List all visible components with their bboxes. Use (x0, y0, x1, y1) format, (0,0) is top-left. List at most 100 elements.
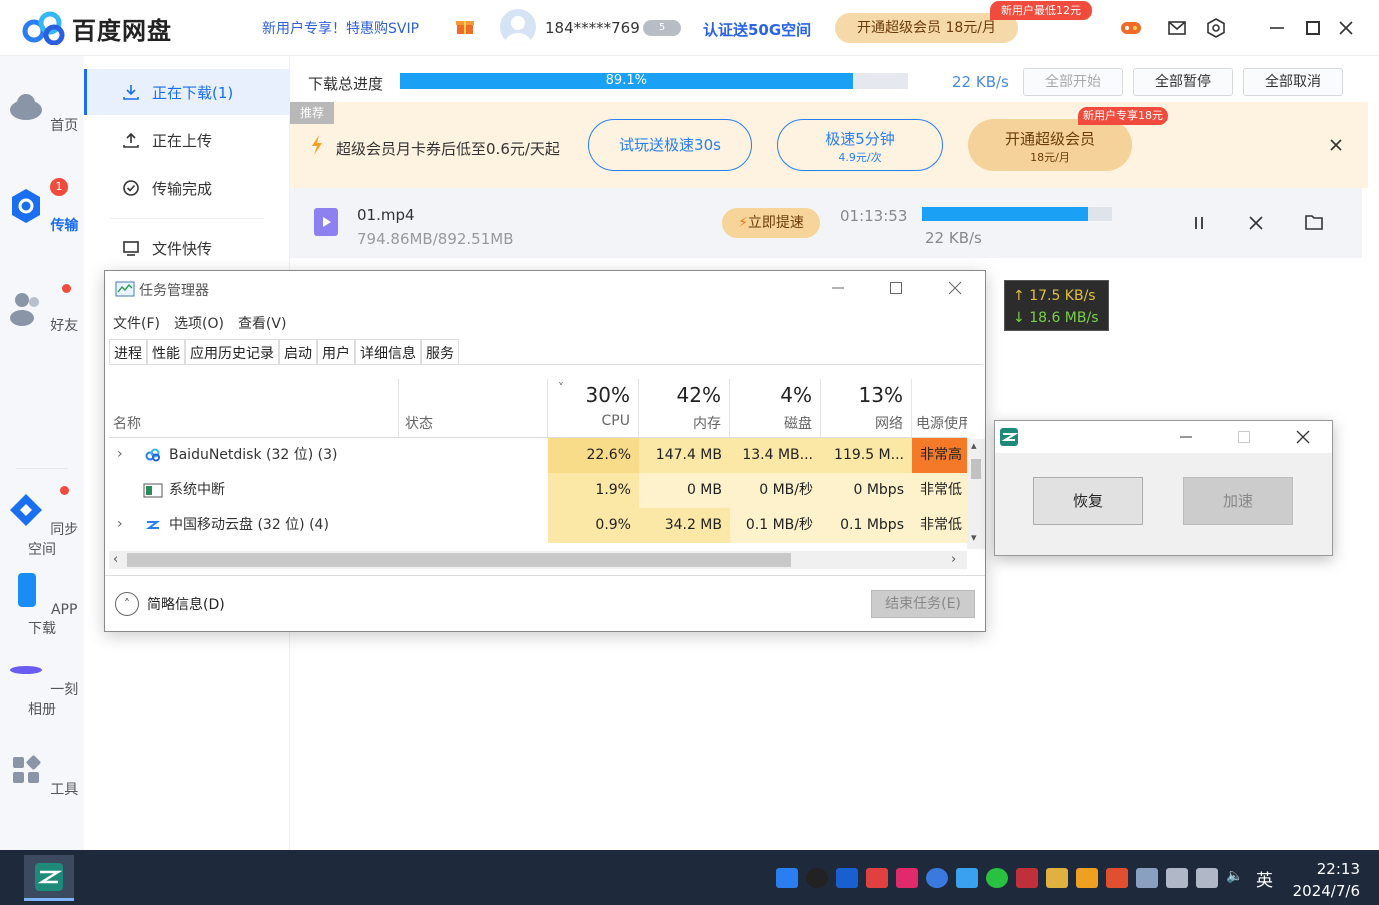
tray-cloud-icon[interactable] (926, 868, 948, 888)
user-avatar[interactable] (500, 9, 536, 45)
close-icon[interactable] (1335, 17, 1357, 39)
tab-services[interactable]: 服务 (421, 339, 459, 364)
table-row[interactable]: › BaiduNetdisk (32 位) (3) 22.6% 147.4 MB… (105, 438, 967, 473)
tray-mobile-cloud-icon[interactable] (956, 868, 978, 888)
boost-5min-button[interactable]: 极速5分钟 4.9元/次 (777, 119, 943, 171)
sw-close-icon[interactable] (1296, 430, 1310, 444)
sidebar-item-album[interactable]: 一刻相册 (0, 650, 84, 719)
cancel-all-button[interactable]: 全部取消 (1243, 68, 1343, 96)
tab-processes[interactable]: 进程 (109, 339, 147, 364)
less-details-link[interactable]: 简略信息(D) (147, 594, 225, 614)
tm-close-icon[interactable] (948, 281, 962, 295)
end-task-button[interactable]: 结束任务(E) (871, 590, 975, 618)
folder-icon[interactable] (1304, 213, 1324, 231)
col-header-power[interactable]: 电源使用 (912, 379, 967, 437)
tray-shield-icon[interactable] (1076, 868, 1098, 888)
tray-wechat-icon[interactable] (986, 868, 1008, 888)
tray-baidu-icon[interactable] (776, 868, 798, 888)
gamepad-icon[interactable] (1120, 17, 1142, 39)
tray-box-icon[interactable] (836, 868, 858, 888)
task-speed: 22 KB/s (925, 229, 982, 247)
table-row[interactable]: 系统中断 1.9% 0 MB 0 MB/秒 0 Mbps 非常低 (105, 473, 967, 508)
scroll-down-icon[interactable]: ▾ (971, 531, 977, 544)
sidebar-item-tools[interactable]: 工具 (0, 750, 84, 799)
settings-icon[interactable] (1205, 17, 1227, 39)
sw-maximize-icon[interactable] (1238, 431, 1250, 443)
pause-icon[interactable] (1190, 214, 1208, 232)
menu-file[interactable]: 文件(F) (113, 316, 160, 332)
menu-options[interactable]: 选项(O) (174, 316, 224, 332)
task-manager-titlebar[interactable]: 任务管理器 (105, 271, 985, 305)
check-circle-icon (123, 180, 139, 196)
tray-folder-icon[interactable] (1046, 868, 1068, 888)
tray-monitor-icon[interactable] (1016, 868, 1038, 888)
tab-details[interactable]: 详细信息 (355, 339, 421, 364)
tray-red-icon[interactable] (866, 868, 888, 888)
sidebar-item-app-download[interactable]: APP下载 (0, 570, 84, 638)
tray-battery-icon[interactable] (1166, 868, 1188, 888)
network-total: 13% (858, 383, 903, 407)
vscroll-thumb[interactable] (971, 459, 981, 479)
tray-arrow-icon[interactable] (1106, 868, 1128, 888)
speedup-button[interactable]: 加速 (1183, 477, 1293, 525)
sidebar-item-transfer[interactable]: 传输 1 (0, 178, 84, 235)
boost-now-button[interactable]: ⚡立即提速 (722, 208, 820, 238)
tm-minimize-icon[interactable] (831, 281, 845, 295)
tray-qq-icon[interactable] (806, 868, 828, 888)
sidebar-item-friends[interactable]: 好友 (0, 284, 84, 335)
taskbar-speed-tool[interactable] (24, 855, 74, 901)
maximize-icon[interactable] (1302, 17, 1324, 39)
col-header-status[interactable]: 状态 (399, 379, 548, 437)
nav-item-uploading[interactable]: 正在上传 (84, 117, 290, 163)
tray-volume-icon[interactable]: 🔈 (1226, 868, 1243, 884)
col-header-disk[interactable]: 4% 磁盘 (730, 379, 821, 437)
scroll-left-icon[interactable]: ‹ (113, 551, 118, 569)
nav-item-quick-transfer[interactable]: 文件快传 (84, 225, 290, 271)
tab-startup[interactable]: 启动 (279, 339, 317, 364)
mail-icon[interactable] (1166, 17, 1188, 39)
scroll-up-icon[interactable]: ▴ (971, 439, 977, 452)
start-all-button[interactable]: 全部开始 (1023, 68, 1123, 96)
tab-performance[interactable]: 性能 (147, 339, 185, 364)
pause-all-button[interactable]: 全部暂停 (1133, 68, 1233, 96)
tray-ime-indicator[interactable]: 英 (1256, 866, 1273, 891)
vertical-scrollbar[interactable]: ▴ ▾ (967, 439, 985, 549)
certify-link[interactable]: 认证送50G空间 (703, 19, 811, 40)
tray-pink-icon[interactable] (896, 868, 918, 888)
col-header-cpu[interactable]: ˅ 30% CPU (548, 379, 639, 437)
tab-app-history[interactable]: 应用历史记录 (185, 339, 279, 364)
scroll-right-icon[interactable]: › (951, 551, 956, 569)
cancel-task-icon[interactable] (1247, 214, 1265, 232)
sw-minimize-icon[interactable] (1180, 431, 1192, 443)
sidebar-item-sync-space[interactable]: 同步空间 (0, 486, 84, 559)
nav-item-completed[interactable]: 传输完成 (84, 165, 290, 211)
sidebar-item-home[interactable]: 首页 (0, 86, 84, 135)
expand-chevron-icon[interactable]: › (117, 516, 123, 532)
collapse-chevron-icon[interactable]: ˄ (115, 592, 139, 616)
taskbar-clock[interactable]: 22:13 2024/7/6 (1286, 858, 1360, 902)
trial-boost-button[interactable]: 试玩送极速30s (588, 119, 752, 171)
expand-chevron-icon[interactable]: › (117, 446, 123, 462)
speed-tool-titlebar[interactable] (995, 421, 1332, 453)
table-row[interactable]: › 中国移动云盘 (32 位) (4) 0.9% 34.2 MB 0.1 MB/… (105, 508, 967, 543)
tray-device-icon[interactable] (1136, 868, 1158, 888)
tab-users[interactable]: 用户 (317, 339, 355, 364)
banner-close-icon[interactable] (1329, 138, 1343, 152)
horizontal-scrollbar[interactable]: ‹ › (109, 551, 967, 569)
menu-view[interactable]: 查看(V) (238, 316, 287, 332)
download-icon (123, 85, 139, 100)
download-task-row[interactable]: 01.mp4 794.86MB/892.51MB ⚡立即提速 01:13:53 … (290, 188, 1362, 258)
restore-button[interactable]: 恢复 (1033, 477, 1143, 525)
hscroll-thumb[interactable] (127, 553, 791, 567)
gift-icon[interactable] (455, 16, 475, 36)
col-header-name[interactable]: 名称 (109, 379, 399, 437)
nav-item-downloading[interactable]: 正在下载(1) (84, 69, 290, 115)
minimize-icon[interactable] (1266, 17, 1288, 39)
col-header-memory[interactable]: 42% 内存 (639, 379, 730, 437)
tm-maximize-icon[interactable] (889, 281, 903, 295)
tray-network-icon[interactable] (1196, 868, 1218, 888)
svip-promo-link[interactable]: 新用户专享！特惠购SVIP (262, 18, 419, 38)
user-name[interactable]: 184*****769 (545, 19, 640, 37)
col-header-network[interactable]: 13% 网络 (821, 379, 912, 437)
banner-open-svip-button[interactable]: 开通超级会员 18元/月 (968, 119, 1132, 171)
